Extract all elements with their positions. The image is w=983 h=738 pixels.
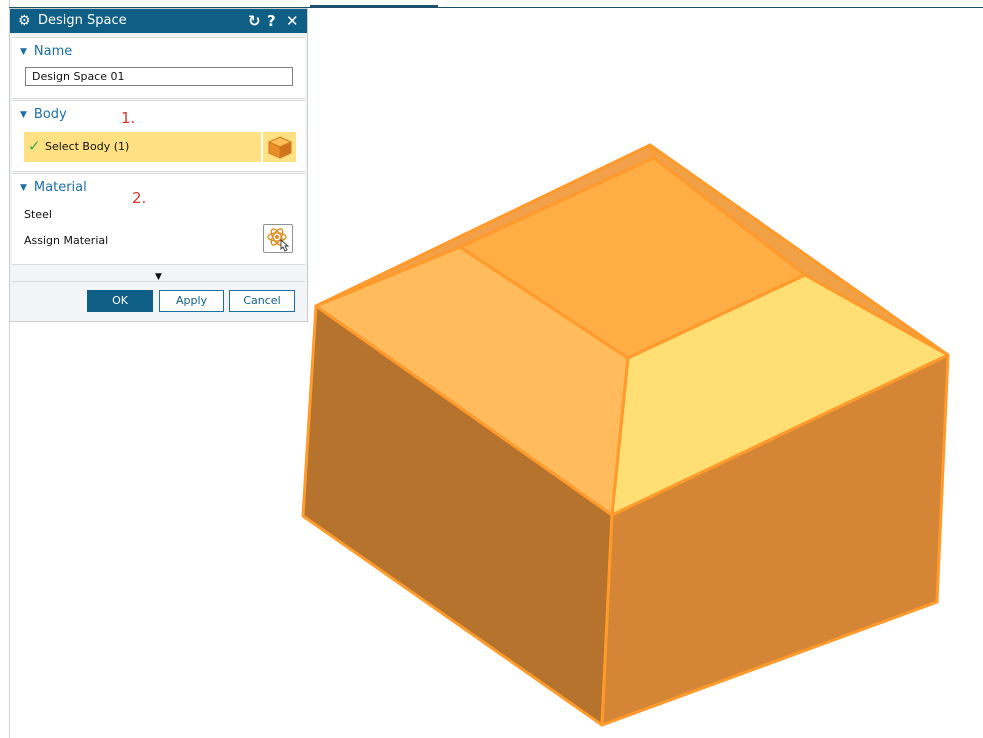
caret-down-icon: ▼	[20, 110, 27, 120]
assign-material-button[interactable]	[263, 224, 293, 253]
ok-button[interactable]: OK	[87, 290, 153, 312]
checkmark-icon: ✓	[28, 137, 41, 155]
caret-down-icon: ▼	[20, 47, 27, 57]
material-section-header[interactable]: ▼ Material	[20, 180, 87, 197]
gear-icon: ⚙	[18, 13, 31, 29]
reset-icon[interactable]: ↻	[248, 11, 261, 31]
assign-material-label: Assign Material	[24, 234, 109, 247]
design-space-dialog: ⚙ Design Space ↻ ? ✕ ▼ Name ▼ Body 1. ✓ Se…	[9, 8, 308, 322]
name-section-header[interactable]: ▼ Name	[20, 44, 72, 61]
annotation-2: 2.	[132, 189, 147, 207]
caret-down-icon: ▼	[20, 183, 27, 193]
solid-body-icon	[267, 136, 293, 159]
select-body-label: Select Body (1)	[45, 140, 130, 153]
dialog-titlebar[interactable]: ⚙ Design Space ↻ ? ✕	[10, 9, 307, 33]
select-body-row[interactable]: ✓ Select Body (1)	[24, 132, 261, 162]
body-section-title: Body	[33, 107, 67, 122]
footer-divider	[12, 281, 305, 282]
material-atom-icon	[267, 228, 290, 252]
more-options-toggle[interactable]: ▼	[12, 268, 305, 282]
name-section-title: Name	[33, 44, 73, 59]
select-body-button[interactable]	[262, 132, 296, 162]
close-icon[interactable]: ✕	[286, 11, 299, 31]
apply-button[interactable]: Apply	[159, 290, 224, 312]
material-section-title: Material	[33, 180, 87, 195]
body-section: ▼ Body 1. ✓ Select Body (1)	[12, 100, 305, 172]
cancel-button[interactable]: Cancel	[229, 290, 295, 312]
help-icon[interactable]: ?	[267, 11, 276, 31]
dialog-title: Design Space	[38, 13, 127, 28]
name-section: ▼ Name	[12, 37, 305, 99]
material-section: ▼ Material 2. Steel Assign Material	[12, 173, 305, 265]
name-input[interactable]	[25, 67, 293, 86]
material-value: Steel	[24, 208, 52, 221]
body-section-header[interactable]: ▼ Body	[20, 107, 67, 124]
annotation-1: 1.	[121, 109, 136, 127]
